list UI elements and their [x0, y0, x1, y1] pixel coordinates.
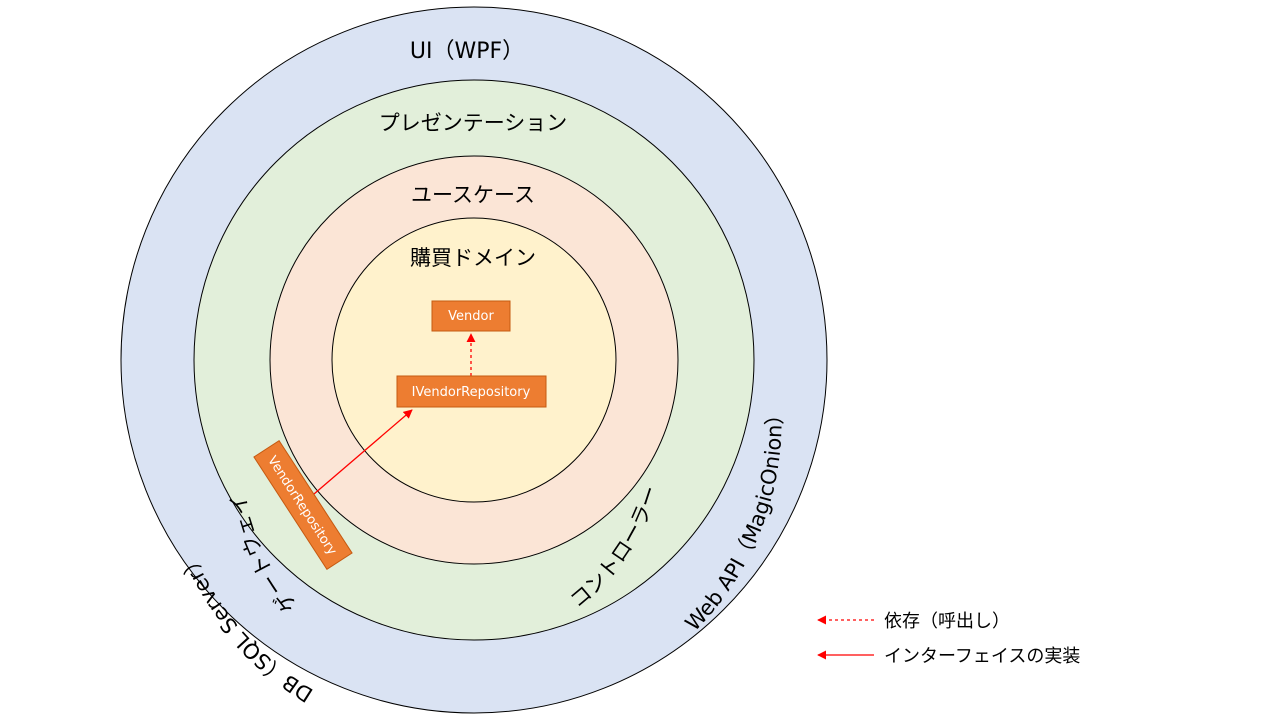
legend-dependency-label: 依存（呼出し） [884, 611, 1010, 632]
ui-ring-label: UI（WPF） [410, 39, 524, 64]
domain-ring-label: 購買ドメイン [410, 246, 536, 270]
onion-architecture-diagram: UI（WPF） プレゼンテーション ユースケース 購買ドメイン コントローラー … [120, 6, 1080, 714]
legend: 依存（呼出し） インターフェイスの実装 [817, 611, 1080, 667]
legend-implementation-label: インターフェイスの実装 [884, 646, 1080, 667]
ivendor-repository-box-label: IVendorRepository [412, 385, 531, 400]
presentation-ring-label: プレゼンテーション [379, 111, 568, 135]
vendor-box-label: Vendor [448, 309, 494, 324]
usecase-ring-label: ユースケース [411, 183, 535, 207]
ivendor-repository-box[interactable]: IVendorRepository [396, 375, 547, 408]
vendor-box[interactable]: Vendor [431, 300, 511, 332]
